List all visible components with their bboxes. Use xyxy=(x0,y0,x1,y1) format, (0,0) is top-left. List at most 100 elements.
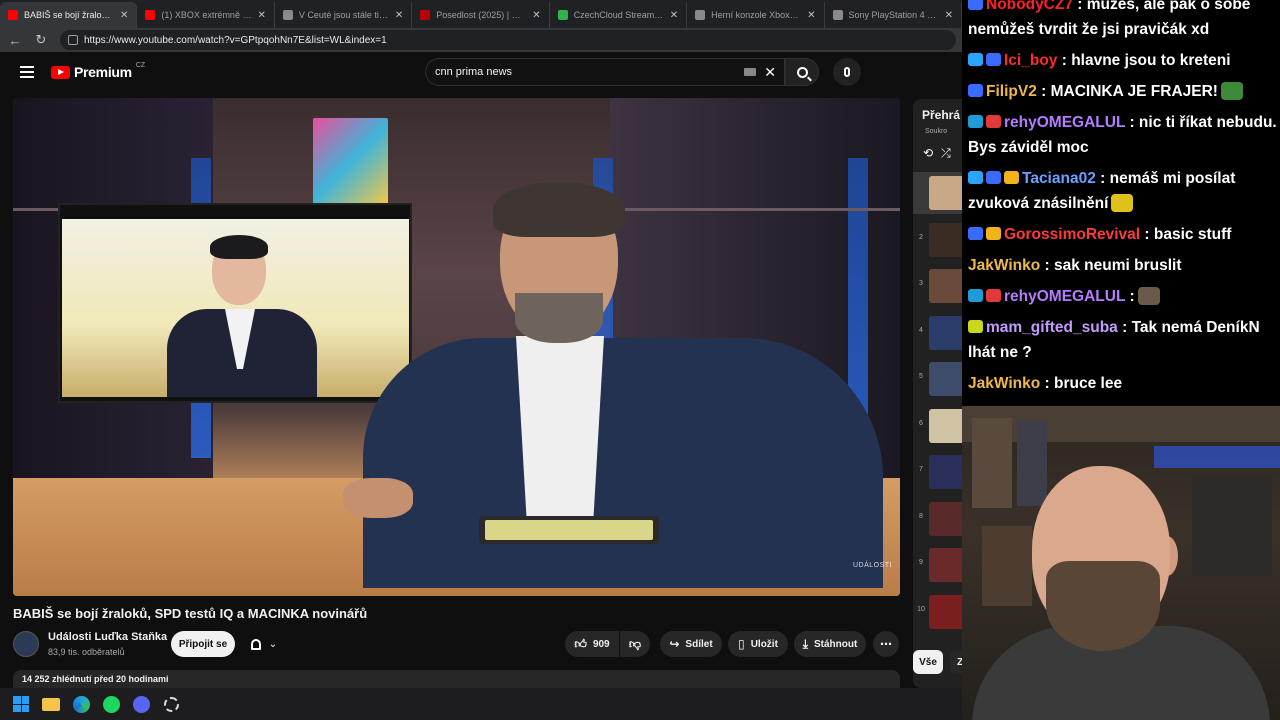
chat-username[interactable]: GorossimoRevival xyxy=(1004,226,1140,243)
notification-button[interactable]: ⌄ xyxy=(241,631,287,657)
book xyxy=(972,418,1012,508)
browser-tab[interactable]: (1) XBOX extrémně zdražil. ✕ xyxy=(137,2,275,28)
chat-badge-icon xyxy=(986,115,1001,128)
playlist-item[interactable]: 9 xyxy=(913,544,962,586)
share-button[interactable]: ↪ Sdílet xyxy=(660,631,722,657)
playlist-item-thumbnail xyxy=(929,594,962,629)
description-box[interactable]: 14 252 zhlédnutí před 20 hodinami xyxy=(13,670,900,688)
playlist-item[interactable]: 6 xyxy=(913,405,962,447)
close-tab-icon[interactable]: ✕ xyxy=(670,10,678,21)
playlist-item[interactable]: 10 xyxy=(913,591,962,633)
address-bar: ← ↻ https://www.youtube.com/watch?v=GPtp… xyxy=(0,28,962,52)
youtube-logo[interactable]: Premium CZ xyxy=(51,62,145,80)
chat-badge-icon xyxy=(986,171,1001,184)
shuffle-icon[interactable]: ⤮ xyxy=(941,146,959,160)
voice-search-button[interactable] xyxy=(833,58,861,86)
loop-icon[interactable]: ⟲ xyxy=(923,146,941,160)
tab-favicon xyxy=(420,10,431,20)
browser-tab[interactable]: V Ceuté jsou stále tisíce mu ✕ xyxy=(275,2,413,28)
browser-tab[interactable]: Herní konzole Xbox Series | ✕ xyxy=(687,2,825,28)
browser-tab[interactable]: Posedlost (2025) | ČSFD.cz ✕ xyxy=(412,2,550,28)
playlist-item-thumbnail xyxy=(929,176,962,210)
download-button[interactable]: ⤓ Stáhnout xyxy=(794,631,866,657)
back-icon[interactable]: ← xyxy=(8,33,22,48)
playlist-item[interactable]: 7 xyxy=(913,451,962,493)
chat-username[interactable]: JakWinko xyxy=(968,257,1040,274)
playlist-item-index: 7 xyxy=(919,466,923,473)
search-input[interactable]: cnn prima news ✕ xyxy=(425,58,785,86)
chat-badge-icon xyxy=(986,227,1001,240)
menu-icon[interactable] xyxy=(20,66,34,78)
playlist-item-thumbnail xyxy=(929,315,962,350)
playlist-item[interactable] xyxy=(913,172,962,214)
site-info-icon[interactable] xyxy=(68,35,78,45)
chat-badge-icon xyxy=(968,289,983,302)
chat-username[interactable]: NobodyCZ7 xyxy=(986,0,1073,13)
video-watermark: UDÁLOSTI xyxy=(852,562,892,569)
more-icon: ⋯ xyxy=(880,637,892,651)
led-light xyxy=(1154,446,1280,468)
close-tab-icon[interactable]: ✕ xyxy=(532,10,540,21)
settings-button[interactable] xyxy=(161,694,181,714)
browser-tab[interactable]: BABIŠ se bojí žraloků, SPD te ✕ xyxy=(0,2,138,28)
spotify-button[interactable] xyxy=(101,694,121,714)
filter-chip-next[interactable]: Z xyxy=(950,650,962,674)
playlist-privacy: Soukro xyxy=(925,128,948,135)
clear-search-icon[interactable]: ✕ xyxy=(764,64,776,81)
dislike-button[interactable]: 👎︎ xyxy=(620,631,650,657)
edge-icon xyxy=(72,695,90,713)
edge-button[interactable] xyxy=(71,694,91,714)
bookmark-icon: ▯ xyxy=(738,637,745,651)
playlist-item[interactable]: 3 xyxy=(913,265,962,307)
chat-username[interactable]: Ici_boy xyxy=(1004,52,1057,69)
folder-icon xyxy=(42,697,60,711)
playlist-item[interactable]: 5 xyxy=(913,358,962,400)
chat-username[interactable]: rehyOMEGALUL xyxy=(1004,288,1125,305)
chat-username[interactable]: JakWinko xyxy=(968,375,1040,392)
filter-chip-all[interactable]: Vše xyxy=(913,650,943,674)
url-field[interactable]: https://www.youtube.com/watch?v=GPtpqohN… xyxy=(60,30,956,50)
gear-icon xyxy=(163,696,179,712)
close-tab-icon[interactable]: ✕ xyxy=(945,10,953,21)
chat-badge-icon xyxy=(968,320,983,333)
like-button[interactable]: 👍︎ 909 xyxy=(565,631,619,657)
chat-emote-icon xyxy=(1111,194,1134,212)
spotify-icon xyxy=(102,695,120,713)
chat-username[interactable]: mam_gifted_suba xyxy=(986,319,1118,336)
keyboard-icon[interactable] xyxy=(744,68,756,76)
close-tab-icon[interactable]: ✕ xyxy=(120,10,128,21)
video-player[interactable]: UDÁLOSTI xyxy=(13,98,900,596)
tab-strip: BABIŠ se bojí žraloků, SPD te✕(1) XBOX e… xyxy=(0,0,962,28)
channel-avatar[interactable] xyxy=(13,631,39,657)
browser-tab[interactable]: Sony PlayStation 4 Slim, ✕ xyxy=(825,2,962,28)
chat-badge-icon xyxy=(968,0,983,10)
browser-tab[interactable]: CzechCloud Stream - Watch ✕ xyxy=(550,2,688,28)
playlist-item-index: 2 xyxy=(919,233,923,241)
join-button[interactable]: Připojit se xyxy=(171,631,235,657)
playlist-item-thumbnail xyxy=(929,269,962,303)
search-button[interactable] xyxy=(785,58,819,86)
more-actions-button[interactable]: ⋯ xyxy=(873,631,899,657)
save-button[interactable]: ▯ Uložit xyxy=(728,631,788,657)
webcam-feed xyxy=(962,406,1280,720)
chat-username[interactable]: Taciana02 xyxy=(1022,170,1096,187)
close-tab-icon[interactable]: ✕ xyxy=(807,10,815,21)
chat-message: rehyOMEGALUL : nic ti říkat nebudu. Bys … xyxy=(968,110,1278,160)
chat-message: Ici_boy : hlavne jsou to kreteni xyxy=(968,48,1278,73)
playlist-item[interactable]: 8 xyxy=(913,498,962,540)
discord-button[interactable] xyxy=(131,694,151,714)
playlist-item-index: 4 xyxy=(919,326,923,334)
channel-name[interactable]: Události Luďka Staňka xyxy=(48,631,167,643)
file-explorer-button[interactable] xyxy=(41,694,61,714)
reload-icon[interactable]: ↻ xyxy=(34,32,48,48)
playlist-item[interactable]: 2 xyxy=(913,219,962,261)
playlist-item[interactable]: 4 xyxy=(913,312,962,354)
chat-username[interactable]: rehyOMEGALUL xyxy=(1004,114,1125,131)
close-tab-icon[interactable]: ✕ xyxy=(395,10,403,21)
chat-username[interactable]: FilipV2 xyxy=(986,83,1037,100)
start-button[interactable] xyxy=(11,694,31,714)
chat-message: GorossimoRevival : basic stuff xyxy=(968,222,1278,247)
screen: BABIŠ se bojí žraloků, SPD te✕(1) XBOX e… xyxy=(0,0,1280,720)
chat-message: JakWinko : sak neumi bruslit xyxy=(968,253,1278,278)
close-tab-icon[interactable]: ✕ xyxy=(257,10,265,21)
